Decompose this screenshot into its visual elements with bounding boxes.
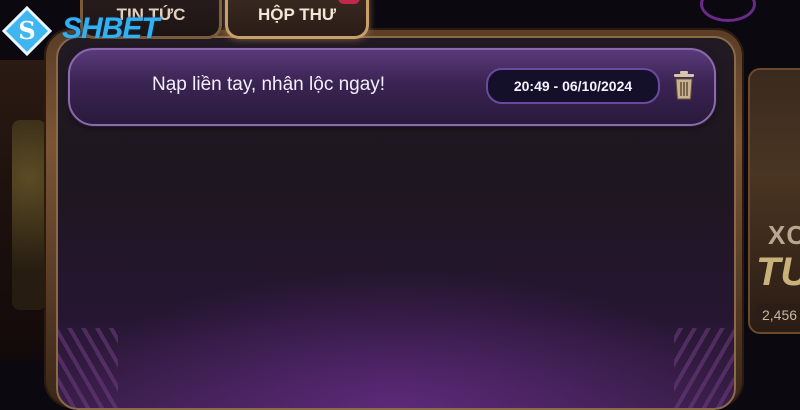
- game-card-title-2: TU: [756, 250, 800, 294]
- shbet-logo-icon: S: [2, 6, 52, 56]
- game-art: [12, 120, 46, 310]
- panel-glow: [58, 268, 734, 408]
- game-card-count: 2,456: [756, 304, 800, 326]
- notification-badge: [338, 0, 360, 4]
- background-game-card-right[interactable]: XC TU 2,456: [748, 68, 800, 334]
- corner-decoration-left: [58, 328, 118, 408]
- tab-inbox-label: HỘP THƯ: [257, 5, 337, 24]
- logo-text: SHBET: [62, 12, 160, 45]
- panel-ornament: [700, 0, 756, 22]
- game-card-title-1: XC: [768, 220, 800, 250]
- corner-decoration-right: [674, 328, 734, 408]
- logo-letter: S: [18, 16, 35, 45]
- tab-inbox[interactable]: HỘP THƯ: [225, 0, 369, 39]
- message-row[interactable]: Nạp liền tay, nhận lộc ngay! 20:49 - 06/…: [68, 48, 716, 126]
- message-timestamp: 20:49 - 06/10/2024: [486, 68, 660, 104]
- message-title: Nạp liền tay, nhận lộc ngay!: [152, 74, 386, 95]
- trash-icon[interactable]: [672, 70, 696, 100]
